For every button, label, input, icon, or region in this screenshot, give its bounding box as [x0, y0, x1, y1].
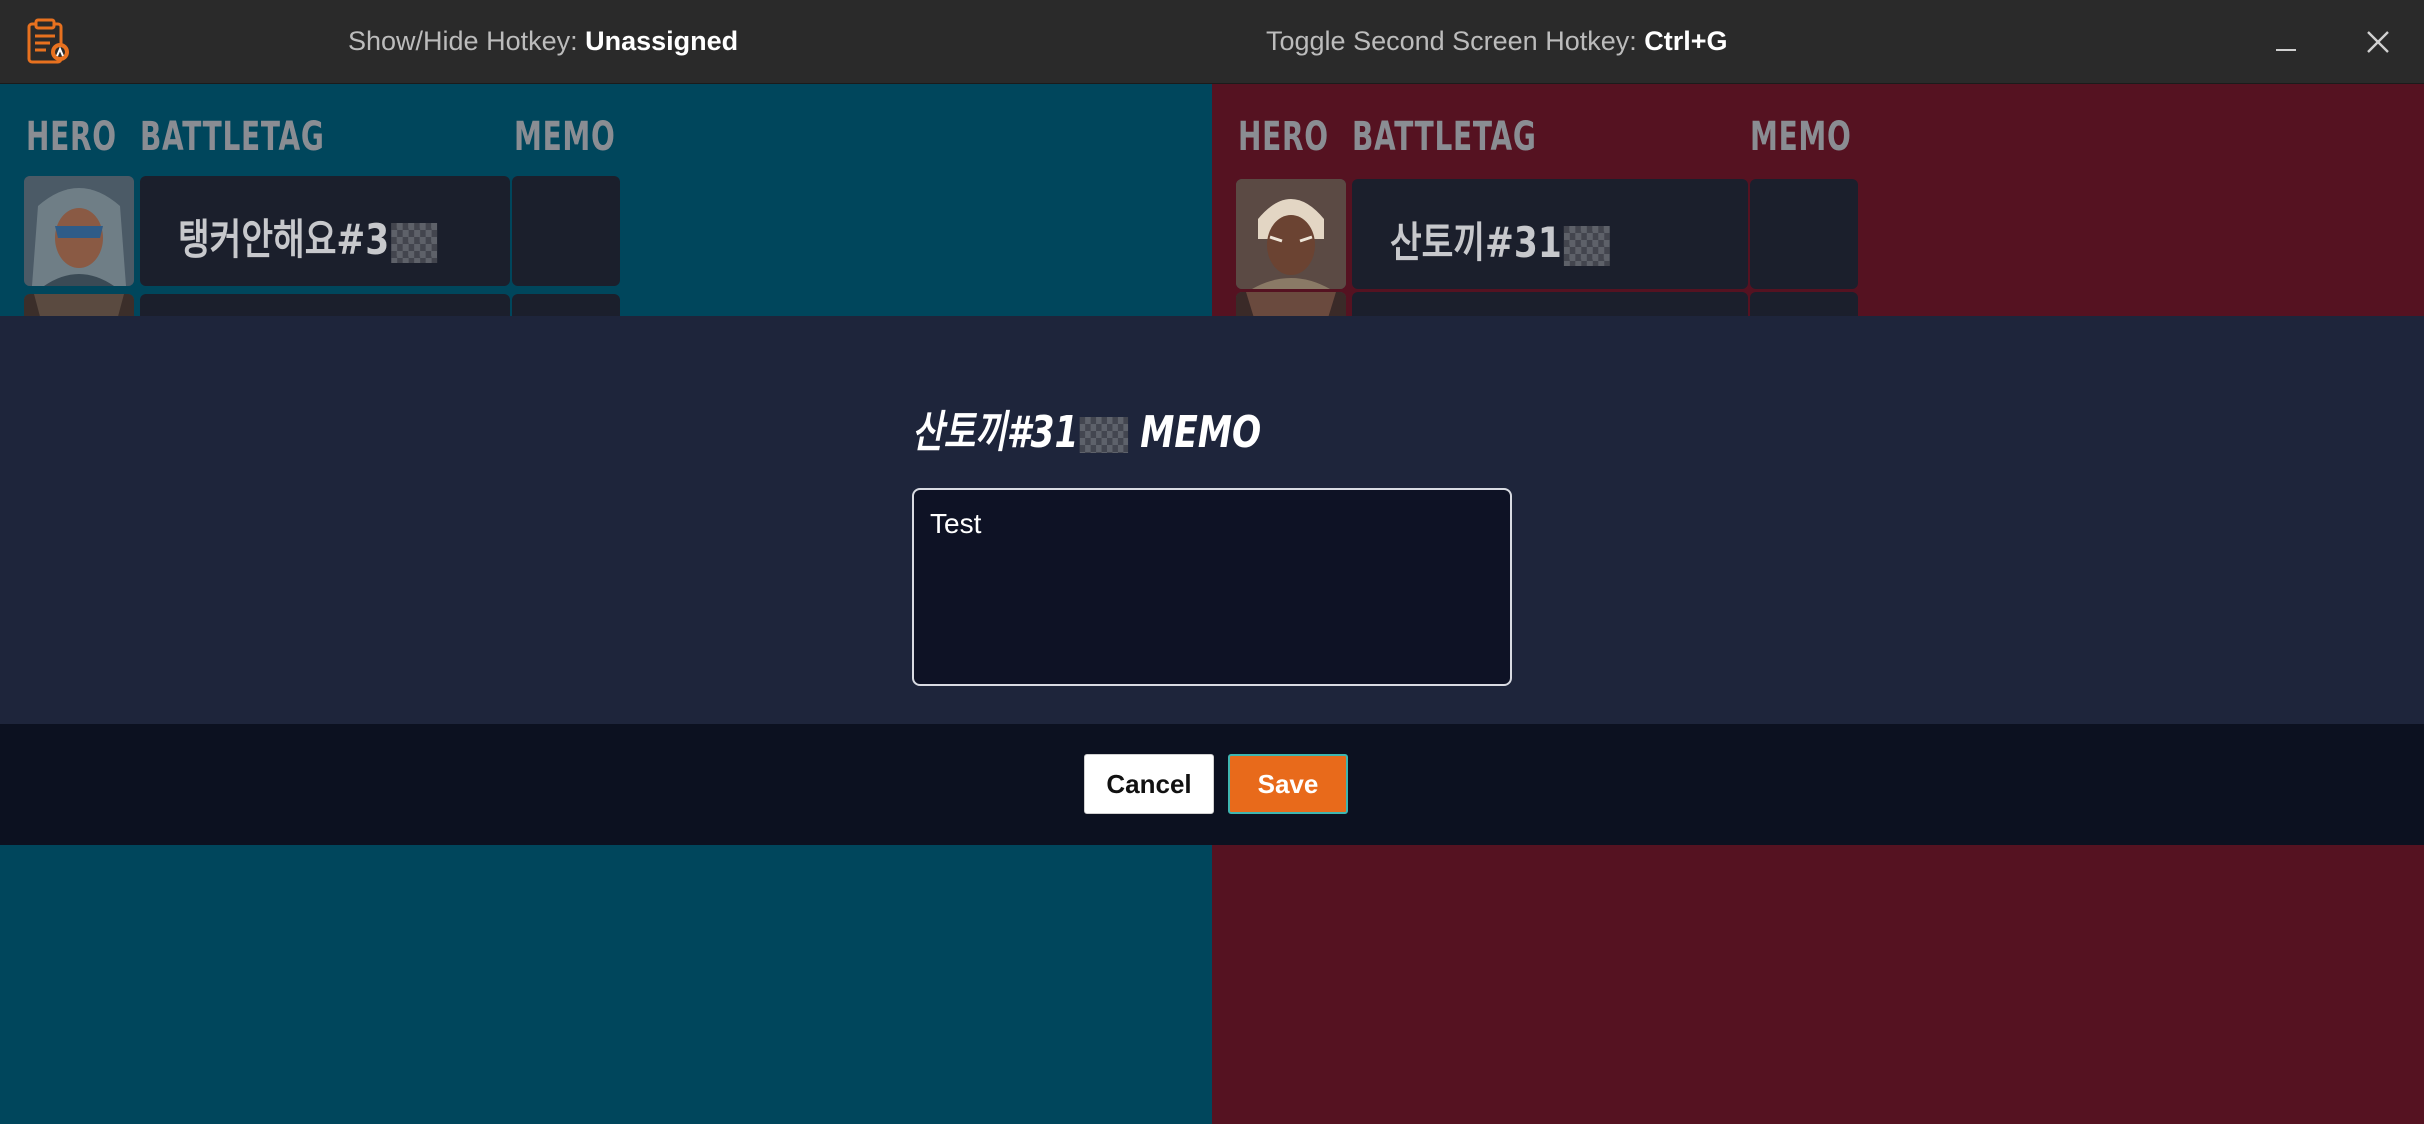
censor-pixelation — [1563, 225, 1610, 266]
memo-textarea[interactable]: Test — [912, 488, 1512, 686]
toggle-second-screen-hotkey[interactable]: Toggle Second Screen Hotkey: Ctrl+G — [1266, 26, 1728, 57]
memo-column-header: MEMO — [514, 114, 616, 160]
clipboard-overwatch-icon — [27, 18, 69, 64]
memo-column-header: MEMO — [1750, 114, 1852, 160]
show-hide-hotkey-value: Unassigned — [585, 26, 739, 56]
battletag-cell: 탱커안해요#3 — [140, 176, 510, 286]
cancel-button[interactable]: Cancel — [1084, 754, 1214, 814]
hero-portrait — [24, 176, 134, 286]
memo-cell[interactable] — [512, 176, 620, 286]
battletag-cell: 산토끼#31 — [1352, 179, 1748, 289]
memo-dialog-title-suffix: MEMO — [1128, 407, 1262, 458]
battletag-column-header: BATTLETAG — [140, 114, 325, 160]
memo-dialog-title-tag: 산토끼#31 — [912, 407, 1079, 458]
toggle-hotkey-value: Ctrl+G — [1644, 26, 1728, 56]
hero-portrait — [1236, 179, 1346, 289]
toggle-hotkey-label: Toggle Second Screen Hotkey: — [1266, 26, 1645, 56]
censor-pixelation — [1079, 417, 1129, 453]
battletag-text: 탱커안해요#3 — [178, 215, 390, 264]
minimize-icon[interactable] — [2258, 14, 2314, 70]
show-hide-hotkey[interactable]: Show/Hide Hotkey: Unassigned — [348, 26, 738, 57]
title-bar: Show/Hide Hotkey: Unassigned Toggle Seco… — [0, 0, 2424, 84]
hero-column-header: HERO — [26, 114, 117, 160]
memo-dialog-title: 산토끼#31 MEMO — [912, 396, 1261, 460]
battletag-text: 산토끼#31 — [1390, 218, 1562, 267]
save-button[interactable]: Save — [1228, 754, 1348, 814]
hero-column-header: HERO — [1238, 114, 1329, 160]
close-icon[interactable] — [2350, 14, 2406, 70]
censor-pixelation — [390, 222, 437, 263]
memo-cell[interactable] — [1750, 179, 1858, 289]
battletag-column-header: BATTLETAG — [1352, 114, 1537, 160]
show-hide-hotkey-label: Show/Hide Hotkey: — [348, 26, 586, 56]
